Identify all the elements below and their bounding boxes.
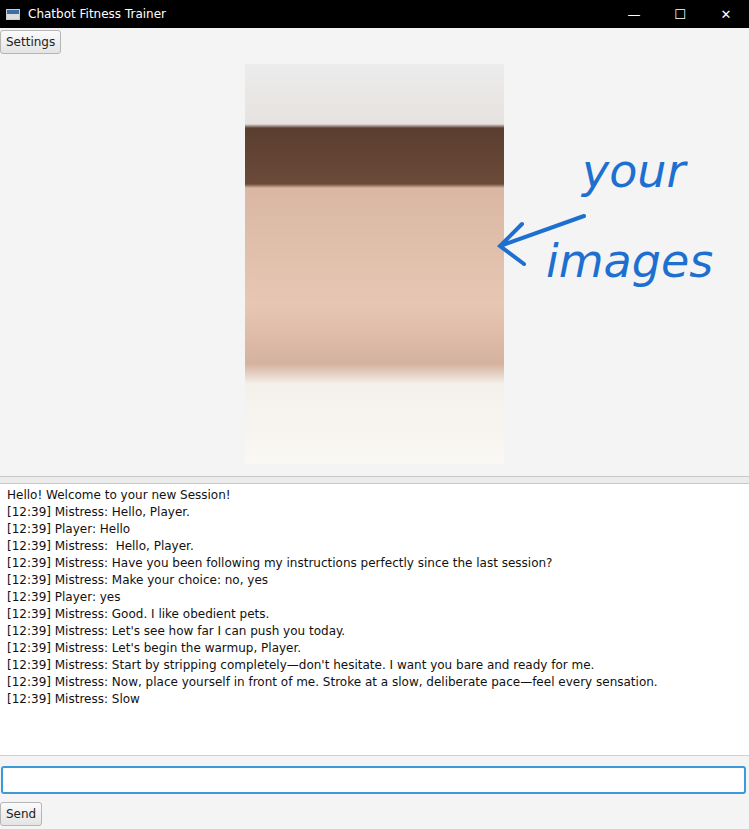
chat-line: [12:39] Mistress: Hello, Player. [7, 504, 742, 521]
arrow-icon [492, 206, 592, 276]
chat-line: [12:39] Player: yes [7, 589, 742, 606]
close-button[interactable]: ✕ [703, 0, 749, 28]
chat-line: [12:39] Mistress: Hello, Player. [7, 538, 742, 555]
send-row: Send [0, 802, 749, 826]
chat-line: [12:39] Mistress: Let's see how far I ca… [7, 623, 742, 640]
chat-log: Hello! Welcome to your new Session![12:3… [0, 484, 749, 756]
chat-line: [12:39] Mistress: Have you been followin… [7, 555, 742, 572]
minimize-button[interactable]: — [611, 0, 657, 28]
chat-line: Hello! Welcome to your new Session! [7, 487, 742, 504]
chat-line: [12:39] Mistress: Now, place yourself in… [7, 674, 742, 691]
settings-button[interactable]: Settings [0, 30, 61, 54]
window-title: Chatbot Fitness Trainer [28, 7, 611, 21]
maximize-button[interactable]: ☐ [657, 0, 703, 28]
window-controls: —☐✕ [611, 0, 749, 28]
message-input[interactable] [1, 766, 746, 794]
annotation-text: images [546, 238, 713, 284]
annotation-text: your [582, 148, 685, 194]
input-row [0, 766, 749, 794]
toolbar: Settings [0, 28, 749, 56]
chat-line: [12:39] Mistress: Good. I like obedient … [7, 606, 742, 623]
chat-line: [12:39] Mistress: Make your choice: no, … [7, 572, 742, 589]
chat-line: [12:39] Mistress: Let's begin the warmup… [7, 640, 742, 657]
image-pane: your images [0, 56, 749, 476]
send-button[interactable]: Send [0, 802, 42, 826]
chat-line: [12:39] Mistress: Slow [7, 691, 742, 708]
trainer-photo [245, 64, 504, 464]
split-divider[interactable] [0, 476, 749, 484]
chat-line: [12:39] Player: Hello [7, 521, 742, 538]
title-bar: Chatbot Fitness Trainer—☐✕ [0, 0, 749, 28]
chat-line: [12:39] Mistress: Start by stripping com… [7, 657, 742, 674]
app-icon [6, 9, 20, 20]
